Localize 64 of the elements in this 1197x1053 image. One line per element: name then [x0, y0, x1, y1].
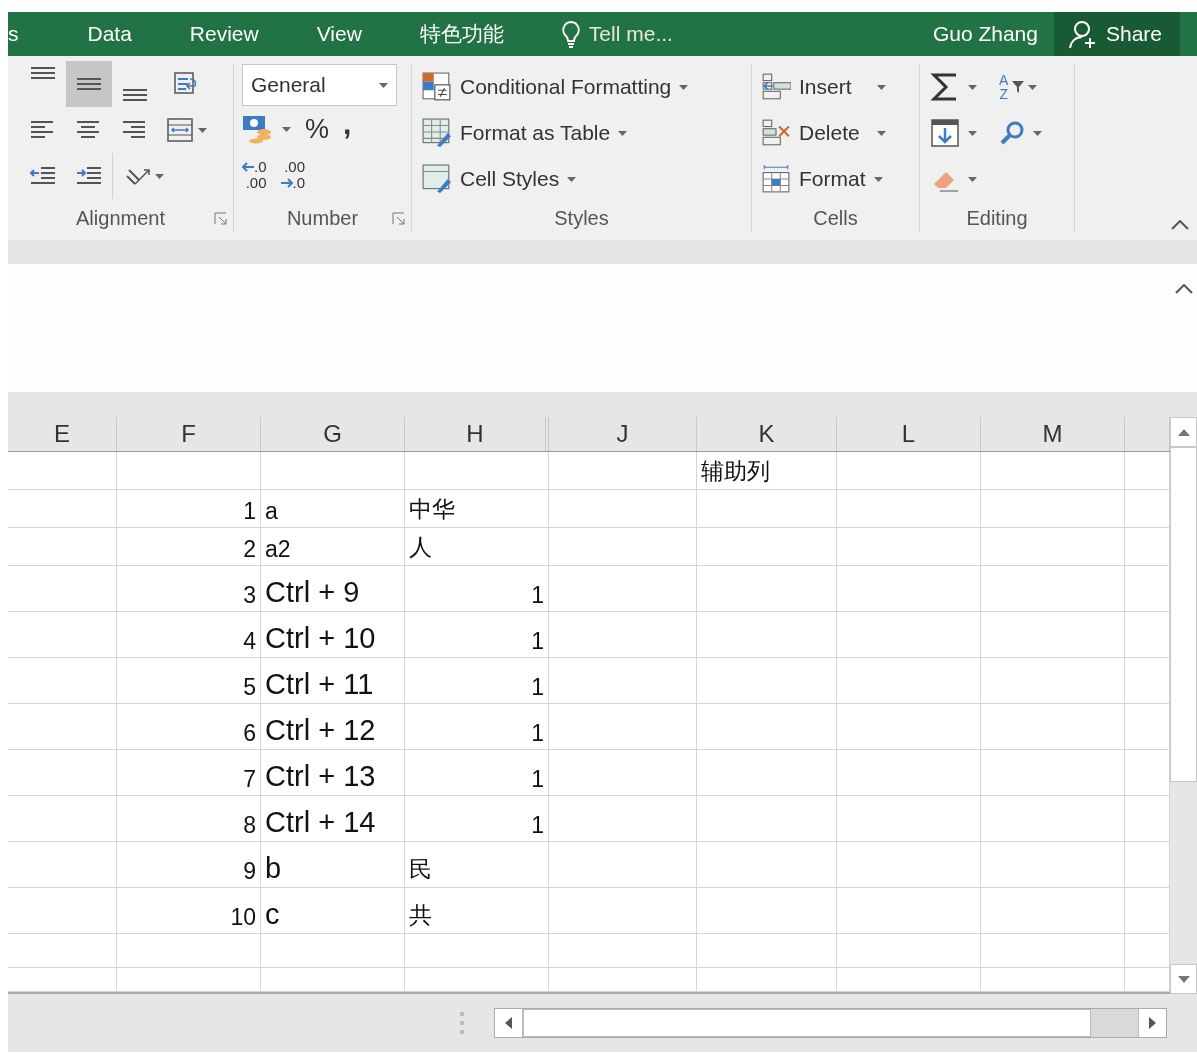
column-header[interactable]: K — [697, 417, 837, 451]
table-cell: b — [261, 842, 405, 888]
share-button[interactable]: Share — [1053, 12, 1180, 56]
table-cell: Ctrl + 11 — [261, 658, 405, 704]
table-cell: Ctrl + 13 — [261, 750, 405, 796]
table-cell: 6 — [117, 704, 261, 750]
group-label: Cells — [813, 206, 858, 230]
ribbon-tab[interactable]: View — [287, 22, 391, 46]
table-cell: 7 — [117, 750, 261, 796]
increase-decimal-button[interactable]: .0 .00 — [242, 159, 267, 191]
table-cell: 2 — [117, 528, 261, 566]
tell-me-field[interactable]: Tell me... — [588, 22, 673, 46]
ribbon-tab[interactable]: 特色功能 — [390, 20, 533, 48]
cells-menu-button[interactable]: Insert — [761, 64, 886, 110]
user-name[interactable]: Guo Zhang — [932, 22, 1054, 46]
table-cell: 1 — [405, 704, 549, 750]
table-cell: 4 — [117, 612, 261, 658]
sort-filter-button[interactable]: A Z — [999, 73, 1038, 101]
column-header[interactable]: H — [405, 417, 549, 451]
group-label: Styles — [554, 206, 609, 230]
column-header[interactable]: L — [837, 417, 981, 451]
percent-button[interactable]: % — [305, 113, 329, 145]
ribbon-tab[interactable]: Review — [160, 22, 288, 46]
table-cell: Ctrl + 14 — [261, 796, 405, 842]
styles-menu-button[interactable]: Conditional Formatting — [422, 64, 689, 110]
column-header[interactable]: G — [261, 417, 405, 451]
table-cell: Ctrl + 12 — [261, 704, 405, 750]
column-header[interactable]: F — [117, 417, 261, 451]
table-cell: Ctrl + 9 — [261, 566, 405, 612]
table-cell: a2 — [261, 528, 405, 566]
group-label: Editing — [966, 206, 1028, 230]
table-cell: a — [261, 490, 405, 528]
group-label: Alignment — [76, 206, 165, 230]
cells-menu-button[interactable]: Format — [761, 156, 883, 202]
table-cell: 1 — [405, 658, 549, 704]
table-cell: 3 — [117, 566, 261, 612]
table-cell: 8 — [117, 796, 261, 842]
table-cell: 1 — [117, 490, 261, 528]
table-cell: 1 — [405, 612, 549, 658]
table-cell: 民 — [405, 842, 549, 888]
table-cell: 9 — [117, 842, 261, 888]
column-header[interactable]: M — [981, 417, 1125, 451]
table-cell: 10 — [117, 888, 261, 934]
table-cell: 中华 — [405, 490, 549, 528]
number-format-dropdown[interactable]: General — [242, 64, 397, 106]
styles-menu-button[interactable]: Cell Styles — [422, 156, 577, 202]
table-cell: 5 — [117, 658, 261, 704]
table-cell: 人 — [405, 528, 549, 566]
column-header[interactable]: E — [8, 417, 117, 451]
comma-button[interactable]: , — [343, 107, 352, 141]
decrease-decimal-button[interactable]: .00 .0 — [280, 159, 306, 191]
table-cell: 1 — [405, 566, 549, 612]
styles-menu-button[interactable]: Format as Table — [422, 110, 628, 156]
table-cell: 1 — [405, 796, 549, 842]
column-header[interactable]: J — [549, 417, 697, 451]
cells-menu-button[interactable]: Delete — [761, 110, 886, 156]
table-cell: 1 — [405, 750, 549, 796]
table-cell: c — [261, 888, 405, 934]
table-cell: 辅助列 — [697, 452, 837, 490]
ribbon-tab[interactable]: Data — [58, 22, 161, 46]
table-cell: 共 — [405, 888, 549, 934]
ribbon-tab[interactable]: s — [8, 22, 59, 46]
table-cell: Ctrl + 10 — [261, 612, 405, 658]
group-label: Number — [286, 206, 359, 230]
